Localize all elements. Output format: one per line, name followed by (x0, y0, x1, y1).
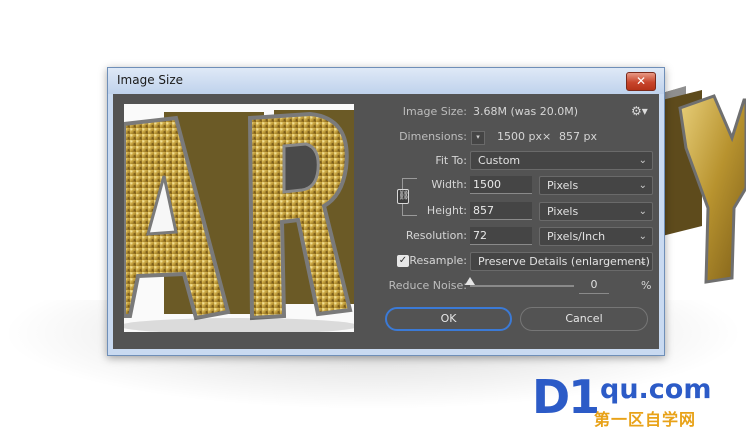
dimensions-times: × (542, 130, 552, 143)
dimensions-height: 857 px (559, 130, 597, 143)
dialog-title: Image Size (117, 73, 184, 87)
image-preview[interactable] (124, 104, 354, 332)
height-unit-value: Pixels (547, 205, 579, 218)
resolution-label: Resolution: (405, 229, 467, 242)
cancel-button[interactable]: Cancel (520, 307, 648, 331)
height-label: Height: (426, 204, 467, 217)
resolution-unit-dropdown[interactable]: Pixels/Inch ⌄ (539, 227, 653, 246)
image-size-label: Image Size: (402, 105, 467, 118)
chevron-down-icon: ⌄ (638, 155, 647, 166)
resample-method-dropdown[interactable]: Preserve Details (enlargement) ⌄ (470, 252, 653, 271)
chevron-down-icon: ⌄ (638, 256, 647, 267)
watermark-d1: D1 (532, 370, 600, 424)
title-bar[interactable]: Image Size ✕ (108, 68, 664, 94)
image-size-dialog: Image Size ✕ Image Size: 3.68M (was 20.0… (107, 67, 665, 356)
resample-label: Resample: (409, 254, 467, 267)
width-unit-value: Pixels (547, 179, 579, 192)
watermark-logo: D1 qu.com 第一区自学网 (532, 370, 732, 429)
fit-to-label: Fit To: (435, 154, 467, 167)
gear-icon[interactable]: ⚙▾ (631, 104, 648, 118)
reduce-noise-unit: % (641, 279, 652, 292)
resample-method-value: Preserve Details (enlargement) (478, 255, 650, 268)
resolution-unit-value: Pixels/Inch (547, 230, 606, 243)
width-unit-dropdown[interactable]: Pixels ⌄ (539, 176, 653, 195)
ok-button[interactable]: OK (385, 307, 512, 331)
width-input[interactable]: 1500 (470, 176, 532, 194)
chevron-down-icon: ⌄ (638, 231, 647, 242)
reduce-noise-slider-thumb[interactable] (465, 277, 475, 285)
chevron-down-icon: ⌄ (638, 180, 647, 191)
close-button[interactable]: ✕ (626, 72, 656, 91)
chevron-down-icon: ⌄ (638, 206, 647, 217)
reduce-noise-label: Reduce Noise: (388, 279, 467, 292)
height-unit-dropdown[interactable]: Pixels ⌄ (539, 202, 653, 221)
close-icon: ✕ (635, 74, 647, 88)
reduce-noise-slider-track[interactable] (470, 285, 574, 287)
link-chain-icon[interactable]: ⛓ (397, 189, 409, 204)
resample-checkbox[interactable]: ✓ (397, 255, 409, 267)
watermark-domain: qu.com (600, 374, 712, 405)
watermark-chinese: 第一区自学网 (594, 410, 697, 429)
resolution-input[interactable]: 72 (470, 227, 532, 245)
height-input[interactable]: 857 (470, 202, 532, 220)
width-label: Width: (431, 178, 467, 191)
reduce-noise-input[interactable]: 0 (579, 276, 609, 294)
dimensions-width: 1500 px (497, 130, 542, 143)
fit-to-dropdown[interactable]: Custom ⌄ (470, 151, 653, 170)
dimensions-units-dropdown[interactable]: ▾ (471, 131, 485, 145)
dialog-client-area: Image Size: 3.68M (was 20.0M) ⚙▾ Dimensi… (113, 94, 659, 349)
dimensions-label: Dimensions: (399, 130, 467, 143)
image-size-value: 3.68M (was 20.0M) (473, 105, 579, 118)
fit-to-value: Custom (478, 154, 521, 167)
preview-artwork (124, 104, 354, 332)
